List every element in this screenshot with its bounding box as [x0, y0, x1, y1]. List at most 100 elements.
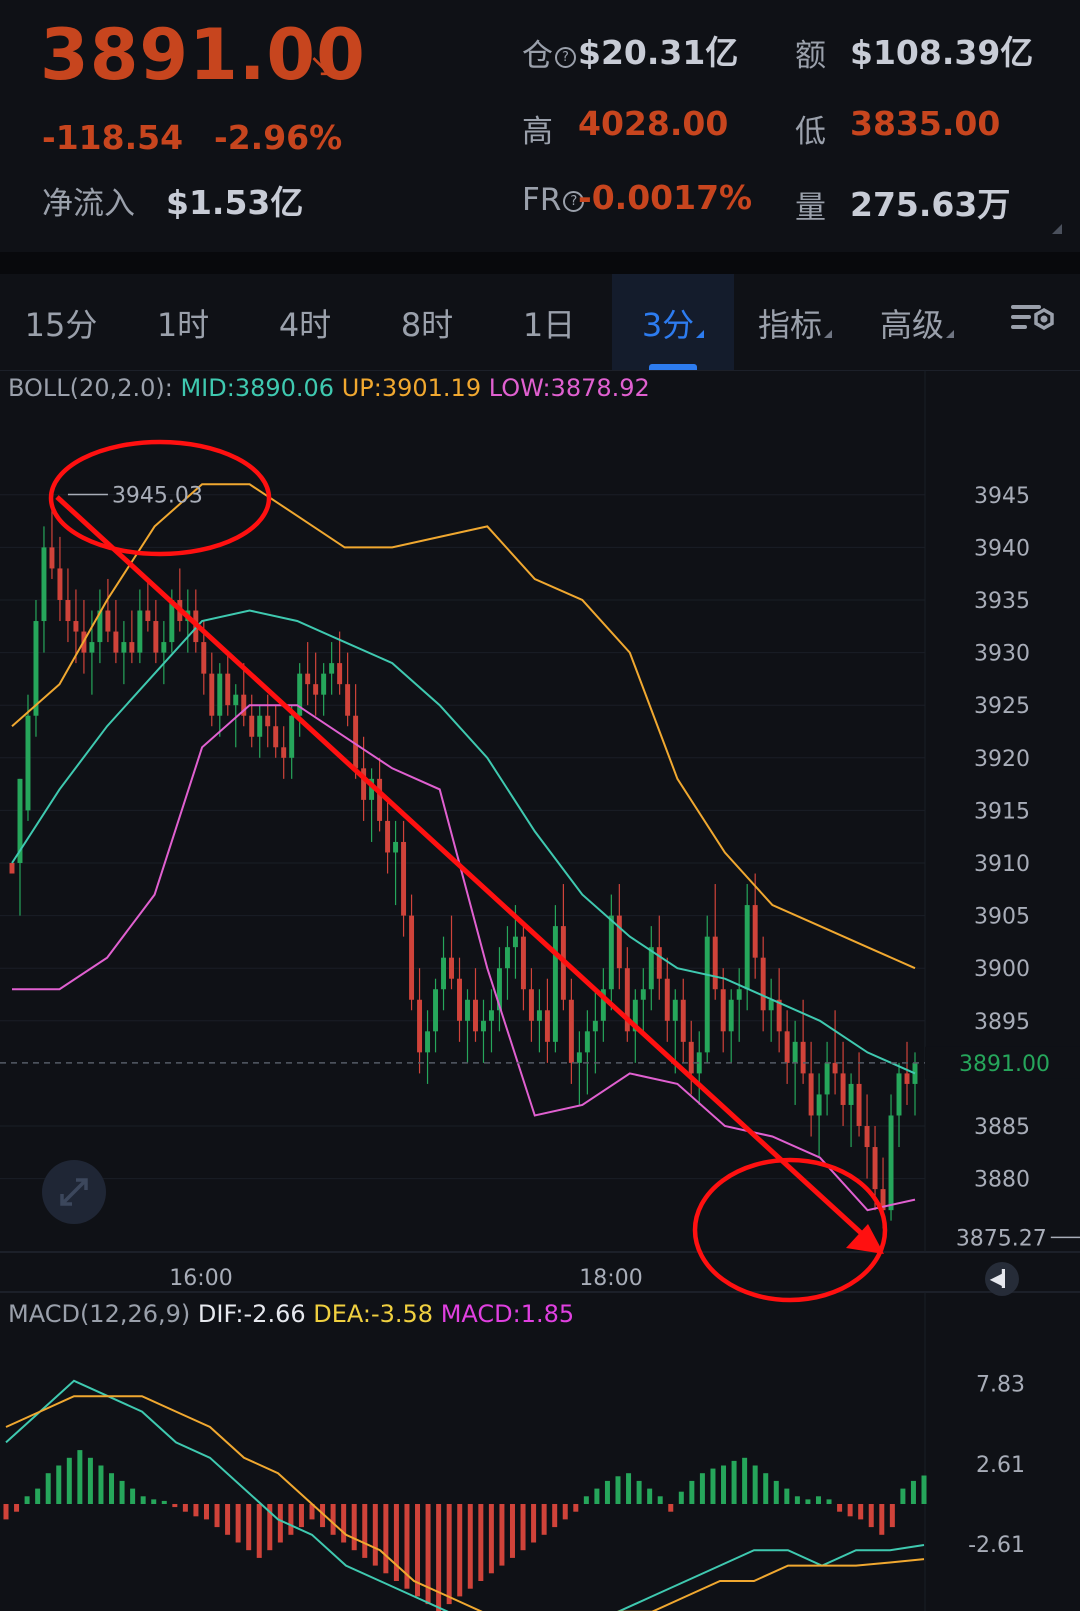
candle-down — [73, 621, 79, 632]
candle-up — [504, 947, 510, 969]
candle-down — [105, 610, 111, 632]
macd-histogram-bar — [87, 1457, 93, 1504]
y-tick-label: 3945 — [974, 484, 1030, 509]
macd-histogram-bar — [773, 1480, 779, 1504]
macd-histogram-bar — [647, 1488, 653, 1504]
candle-down — [457, 978, 462, 1021]
y-tick-label: 3915 — [974, 799, 1030, 824]
macd-histogram-bar — [119, 1480, 125, 1504]
macd-histogram-bar — [626, 1473, 632, 1504]
candle-up — [329, 663, 335, 674]
macd-histogram-bar — [277, 1504, 283, 1543]
candle-up — [41, 547, 47, 622]
macd-histogram-bar — [256, 1504, 262, 1558]
candle-up — [465, 999, 470, 1021]
macd-histogram-bar — [837, 1504, 843, 1512]
expand-icon — [60, 1178, 88, 1206]
macd-histogram-bar — [457, 1504, 463, 1597]
candle-up — [137, 610, 143, 653]
current-price-label: 3891.00 — [959, 1052, 1050, 1077]
macd-histogram-bar — [636, 1480, 642, 1504]
macd-histogram-bar — [541, 1504, 547, 1535]
macd-histogram-bar — [742, 1457, 748, 1504]
macd-histogram-bar — [805, 1499, 811, 1504]
candle-down — [864, 1126, 870, 1148]
candle-down — [872, 1147, 878, 1190]
candle-down — [337, 663, 343, 685]
y-tick-label: 3900 — [974, 957, 1030, 982]
macd-histogram-bar — [668, 1504, 674, 1512]
candle-up — [584, 1031, 590, 1053]
price-chart[interactable]: 3945 3940 3935 3930 3925 3920 3915 3910 3905 3900… — [0, 0, 1080, 1611]
candle-up — [792, 1041, 798, 1063]
macd-histogram-bar — [731, 1460, 737, 1504]
candle-up — [425, 1031, 431, 1053]
candle-up — [512, 936, 518, 948]
candle-down — [113, 631, 119, 653]
y-tick-label: 3930 — [974, 642, 1030, 667]
macd-histogram-bar — [56, 1465, 62, 1504]
fullscreen-button[interactable] — [42, 1160, 106, 1224]
macd-histogram-bar — [562, 1504, 568, 1520]
macd-histogram-bar — [678, 1491, 684, 1504]
candle-down — [904, 1073, 910, 1084]
macd-histogram-bar — [45, 1473, 51, 1504]
macd-histogram-bar — [235, 1504, 241, 1543]
jump-to-latest-button[interactable]: ◀▎ — [985, 1262, 1019, 1296]
candle-down — [273, 726, 279, 748]
trend-arrow-head — [846, 1224, 884, 1254]
candle-up — [648, 947, 654, 990]
candle-down — [544, 1010, 550, 1042]
candle-down — [784, 1031, 790, 1063]
candle-up — [321, 673, 327, 695]
candle-up — [728, 999, 734, 1032]
macd-histogram-bar — [573, 1504, 579, 1512]
macd-histogram-bar — [109, 1473, 115, 1504]
macd-histogram-bar — [203, 1504, 209, 1520]
macd-histogram-bar — [172, 1504, 178, 1508]
macd-histogram-bar — [362, 1504, 368, 1558]
macd-histogram-bar — [520, 1504, 526, 1551]
macd-histogram-bar — [583, 1496, 589, 1504]
candle-up — [896, 1073, 902, 1116]
candle-up — [89, 642, 95, 653]
macd-histogram-bar — [752, 1465, 758, 1504]
candle-up — [488, 1010, 494, 1021]
high-price-label: 3945.03 — [112, 483, 203, 508]
candle-down — [808, 1073, 814, 1116]
macd-histogram-bar — [330, 1504, 336, 1535]
candle-down — [520, 936, 526, 990]
macd-histogram-bar — [436, 1504, 442, 1611]
macd-histogram-bar — [151, 1499, 157, 1504]
candle-down — [249, 715, 255, 737]
candle-down — [688, 1041, 694, 1074]
candle-down — [409, 915, 415, 1000]
candle-up — [257, 715, 263, 737]
candle-down — [225, 673, 231, 706]
macd-histogram-bar — [288, 1504, 294, 1535]
macd-histogram-bar — [77, 1450, 83, 1504]
candle-up — [576, 1052, 582, 1063]
candle-down — [616, 915, 622, 969]
candle-up — [233, 694, 239, 706]
candle-up — [672, 999, 678, 1021]
candle-up — [161, 642, 167, 653]
candle-down — [153, 621, 159, 653]
macd-histogram-bar — [794, 1496, 800, 1504]
y-tick-label: 3940 — [974, 536, 1030, 561]
y-tick-label: 3925 — [974, 694, 1030, 719]
macd-histogram-bar — [214, 1504, 220, 1528]
candle-up — [704, 936, 710, 1053]
candle-up — [297, 673, 303, 716]
macd-histogram-bar — [689, 1480, 695, 1504]
macd-histogram-bar — [193, 1504, 199, 1517]
candle-up — [592, 1020, 598, 1032]
macd-histogram-bar — [66, 1457, 72, 1504]
trend-arrow-line — [55, 495, 874, 1245]
candle-down — [9, 863, 15, 874]
candle-up — [888, 1115, 894, 1211]
candle-down — [760, 957, 766, 1011]
macd-histogram-bar — [858, 1504, 864, 1520]
candle-down — [385, 820, 391, 853]
candle-up — [33, 621, 39, 716]
